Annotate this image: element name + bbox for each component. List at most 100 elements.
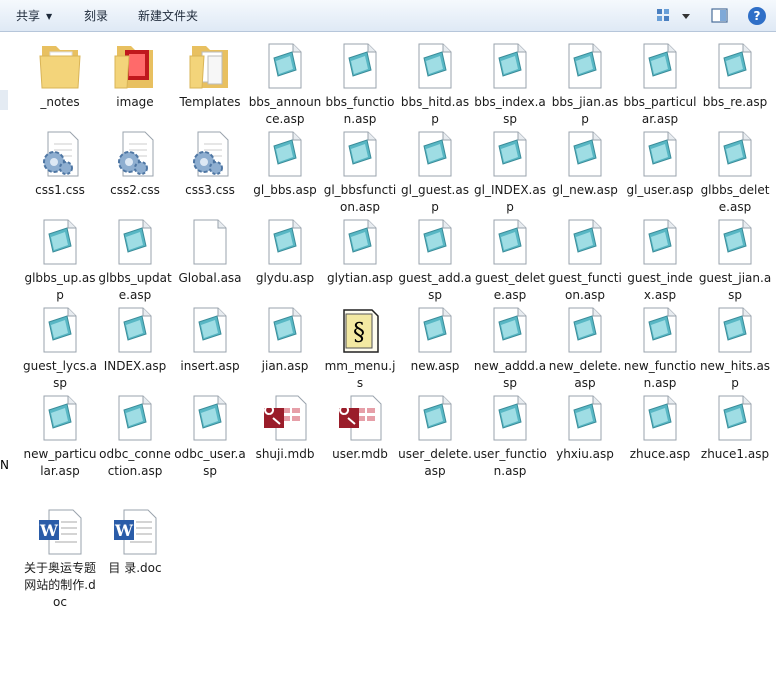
file-item[interactable]: guest_function.asp [548, 216, 622, 304]
file-item[interactable]: guest_jian.asp [698, 216, 772, 304]
svg-text:§: § [353, 318, 365, 346]
preview-pane-icon [711, 8, 728, 23]
navigation-pane-edge [0, 90, 8, 110]
asp-file-icon [23, 392, 97, 444]
file-item[interactable]: gl_user.asp [623, 128, 697, 199]
file-item[interactable]: guest_index.asp [623, 216, 697, 304]
file-name: mm_menu.js [324, 359, 396, 390]
navigation-pane-fragment: N [0, 458, 9, 472]
file-item[interactable]: bbs_announce.asp [248, 40, 322, 128]
file-item[interactable]: W 关于奥运专题网站的制作.doc [23, 506, 97, 611]
asp-file-icon [173, 304, 247, 356]
file-name: gl_guest.asp [401, 183, 469, 214]
file-item[interactable]: bbs_function.asp [323, 40, 397, 128]
change-view-button[interactable] [655, 6, 695, 26]
file-item[interactable]: gl_bbsfunction.asp [323, 128, 397, 216]
file-item[interactable]: gl_guest.asp [398, 128, 472, 216]
share-menu-button[interactable]: 共享 ▼ [12, 0, 56, 32]
file-item[interactable]: odbc_connection.asp [98, 392, 172, 480]
file-item[interactable]: glbbs_delete.asp [698, 128, 772, 216]
file-item[interactable]: W 目 录.doc [98, 506, 172, 577]
file-name: new_addd.asp [473, 359, 547, 390]
asp-file-icon [623, 128, 697, 180]
file-name: glbbs_up.asp [24, 271, 96, 302]
file-name: guest_index.asp [627, 271, 693, 302]
asp-file-icon [23, 216, 97, 268]
file-item[interactable]: css2.css [98, 128, 172, 199]
preview-pane-button[interactable] [710, 6, 730, 26]
svg-text:W: W [39, 521, 59, 540]
css-file-icon [173, 128, 247, 180]
file-item[interactable]: image [98, 40, 172, 111]
file-item[interactable]: glydu.asp [248, 216, 322, 287]
file-item[interactable]: bbs_hitd.asp [398, 40, 472, 128]
file-item[interactable]: user.mdb [323, 392, 397, 463]
asp-file-icon [698, 392, 772, 444]
svg-text:W: W [114, 521, 134, 540]
file-name: shuji.mdb [255, 447, 315, 461]
file-name: bbs_particular.asp [623, 95, 697, 126]
file-item[interactable]: bbs_jian.asp [548, 40, 622, 128]
file-item[interactable]: bbs_particular.asp [623, 40, 697, 128]
file-item[interactable]: bbs_re.asp [698, 40, 772, 111]
file-item[interactable]: user_function.asp [473, 392, 547, 480]
asp-file-icon [698, 216, 772, 268]
asp-file-icon [398, 128, 472, 180]
file-item[interactable]: jian.asp [248, 304, 322, 375]
asp-file-icon [698, 40, 772, 92]
file-item[interactable]: odbc_user.asp [173, 392, 247, 480]
file-item[interactable]: new_delete.asp [548, 304, 622, 392]
asp-file-icon [548, 392, 622, 444]
file-item[interactable]: _notes [23, 40, 97, 111]
file-item[interactable]: glbbs_update.asp [98, 216, 172, 304]
file-item[interactable]: new_addd.asp [473, 304, 547, 392]
file-name: bbs_function.asp [325, 95, 395, 126]
file-name: image [116, 95, 154, 109]
file-item[interactable]: css1.css [23, 128, 97, 199]
file-name: new_function.asp [623, 359, 697, 390]
file-item[interactable]: gl_INDEX.asp [473, 128, 547, 216]
file-item[interactable]: css3.css [173, 128, 247, 199]
file-name: user.mdb [332, 447, 388, 461]
file-name: zhuce.asp [629, 447, 691, 461]
asp-file-icon [398, 392, 472, 444]
file-item[interactable]: § mm_menu.js [323, 304, 397, 392]
asp-file-icon [473, 216, 547, 268]
file-item[interactable]: bbs_index.asp [473, 40, 547, 128]
file-item[interactable]: new_particular.asp [23, 392, 97, 480]
file-name: user_delete.asp [398, 447, 472, 478]
file-item[interactable]: insert.asp [173, 304, 247, 375]
file-name: gl_new.asp [552, 183, 618, 197]
help-button[interactable]: ? [748, 7, 766, 25]
file-item[interactable]: glytian.asp [323, 216, 397, 287]
file-item[interactable]: Global.asa [173, 216, 247, 287]
mdb-file-icon [248, 392, 322, 444]
file-item[interactable]: zhuce.asp [623, 392, 697, 463]
file-item[interactable]: guest_lycs.asp [23, 304, 97, 392]
file-item[interactable]: user_delete.asp [398, 392, 472, 480]
file-name: guest_delete.asp [475, 271, 545, 302]
view-options-icon [657, 9, 690, 21]
folder-image-icon [98, 40, 172, 92]
file-item[interactable]: gl_bbs.asp [248, 128, 322, 199]
file-item[interactable]: shuji.mdb [248, 392, 322, 463]
file-name: _notes [40, 95, 80, 109]
file-item[interactable]: INDEX.asp [98, 304, 172, 375]
file-item[interactable]: guest_add.asp [398, 216, 472, 304]
burn-button[interactable]: 刻录 [80, 0, 112, 32]
file-item[interactable]: gl_new.asp [548, 128, 622, 199]
file-name: glydu.asp [255, 271, 315, 285]
file-item[interactable]: new_hits.asp [698, 304, 772, 392]
command-bar: 共享 ▼ 刻录 新建文件夹 ? [0, 0, 776, 32]
file-name: guest_jian.asp [698, 271, 772, 302]
mdb-file-icon [323, 392, 397, 444]
file-item[interactable]: new.asp [398, 304, 472, 375]
new-folder-button[interactable]: 新建文件夹 [134, 0, 202, 32]
file-item[interactable]: new_function.asp [623, 304, 697, 392]
file-item[interactable]: Templates [173, 40, 247, 111]
asp-file-icon [98, 216, 172, 268]
file-item[interactable]: zhuce1.asp [698, 392, 772, 463]
file-item[interactable]: yhxiu.asp [548, 392, 622, 463]
file-item[interactable]: glbbs_up.asp [23, 216, 97, 304]
file-item[interactable]: guest_delete.asp [473, 216, 547, 304]
